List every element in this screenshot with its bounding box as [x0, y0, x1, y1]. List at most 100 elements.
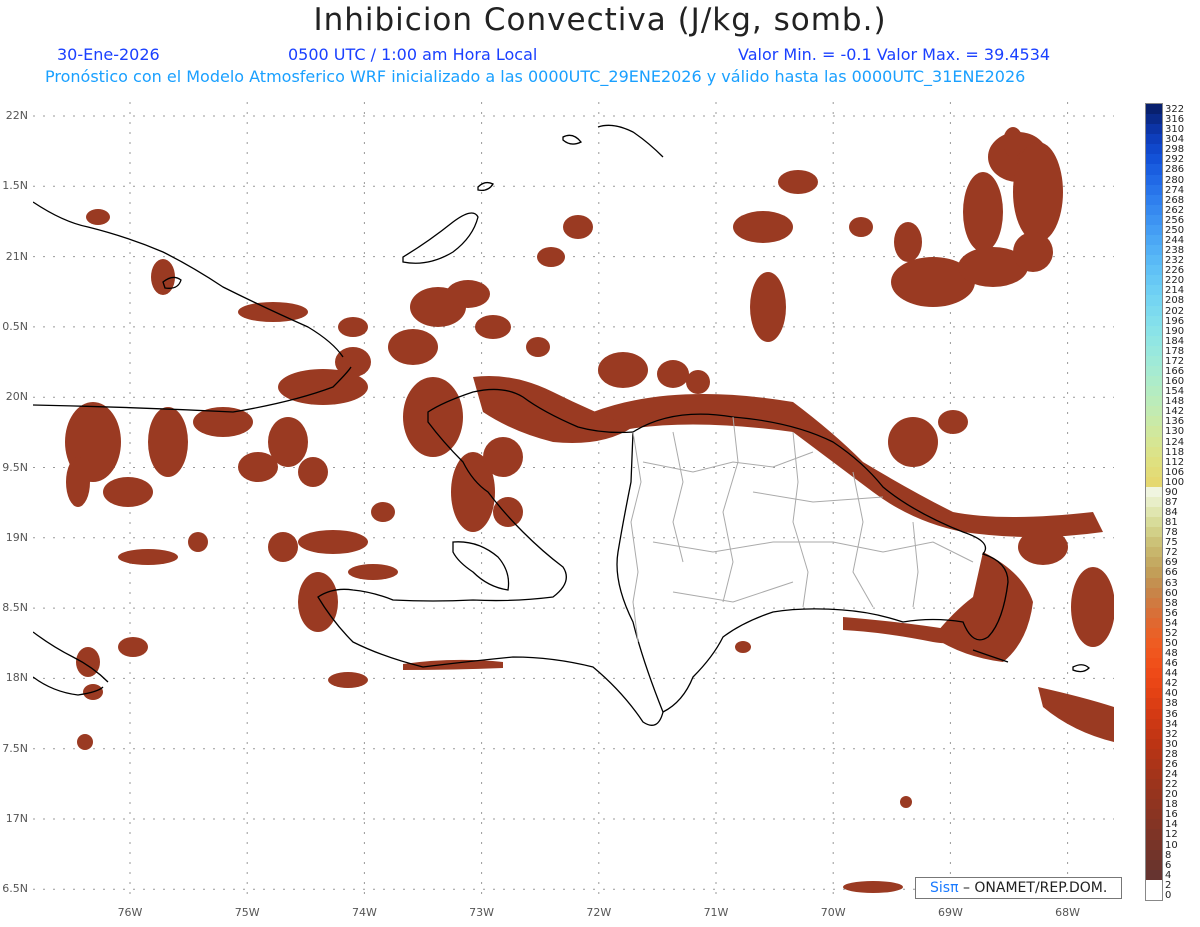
min-max-values: Valor Min. = -0.1 Valor Max. = 39.4534	[738, 45, 1051, 64]
colorbar-segment	[1146, 859, 1162, 871]
cin-blob	[493, 497, 523, 527]
colorbar-segment	[1146, 617, 1162, 629]
colorbar-segment	[1146, 809, 1162, 820]
cuba-north-coast	[33, 201, 344, 358]
cin-blob	[894, 222, 922, 262]
island-coast	[597, 124, 664, 158]
colorbar-segment	[1146, 245, 1162, 256]
credit-text: – ONAMET/REP.DOM.	[958, 880, 1108, 896]
chart-title: Inhibicion Convectiva (J/kg, somb.)	[313, 2, 887, 38]
cin-blob	[348, 564, 398, 580]
colorbar-segment	[1146, 255, 1162, 266]
cin-blob	[778, 170, 818, 194]
colorbar-segment	[1146, 567, 1162, 579]
colorbar-segment	[1146, 234, 1162, 246]
colorbar-segment	[1146, 577, 1162, 589]
forecast-time: 0500 UTC / 1:00 am Hora Local	[288, 45, 538, 64]
lat-label: 18N	[5, 671, 28, 685]
cin-blob	[338, 317, 368, 337]
cin-blob	[86, 209, 110, 225]
cin-blob	[268, 417, 308, 467]
island-coast	[402, 212, 479, 264]
province-border	[792, 431, 809, 608]
cin-blob	[657, 360, 689, 388]
lon-label: 72W	[586, 906, 612, 919]
colorbar-segment	[1146, 698, 1162, 710]
colorbar-segment	[1146, 164, 1162, 176]
lat-label: 6.5N	[2, 882, 28, 896]
cin-blob	[1013, 232, 1053, 272]
colorbar-segment	[1146, 426, 1162, 437]
cin-blob	[298, 572, 338, 632]
province-border	[912, 521, 919, 608]
colorbar-segment	[1146, 829, 1162, 841]
colorbar-segment	[1146, 587, 1162, 599]
colorbar-label: 130	[1165, 426, 1185, 438]
colorbar-segment	[1146, 789, 1162, 800]
cin-blob	[933, 552, 1033, 662]
cin-blob	[403, 377, 463, 457]
cin-blob	[403, 659, 503, 670]
colorbar-segment	[1146, 456, 1162, 468]
colorbar-segment	[1146, 124, 1162, 135]
lat-label: 1.5N	[2, 179, 28, 193]
haiti-coast	[317, 388, 664, 726]
colorbar-segment	[1146, 879, 1162, 891]
lat-label: 0.5N	[2, 319, 28, 333]
lon-label: 68W	[1055, 906, 1081, 919]
cin-blob	[188, 532, 208, 552]
colorbar-segment	[1146, 446, 1162, 458]
cin-blob	[735, 641, 751, 653]
colorbar-segment	[1146, 396, 1162, 407]
colorbar-segment	[1146, 738, 1162, 750]
colorbar-segment	[1146, 507, 1162, 518]
colorbar-segment	[1146, 668, 1162, 679]
colorbar-segment	[1146, 748, 1162, 760]
province-border	[752, 491, 884, 503]
colorbar-segment	[1146, 769, 1162, 780]
lat-label: 8.5N	[2, 601, 28, 615]
lon-label: 75W	[234, 906, 260, 919]
cin-blob	[1003, 127, 1023, 157]
colorbar-segment	[1146, 204, 1162, 216]
province-border	[852, 471, 874, 608]
colorbar-segment	[1146, 325, 1162, 337]
colorbar-segment	[1146, 819, 1162, 830]
colorbar-label: 38	[1165, 698, 1178, 710]
cin-blob	[118, 549, 178, 565]
colorbar-segment	[1146, 839, 1162, 851]
colorbar-segment	[1146, 285, 1162, 296]
colorbar-segment	[1146, 194, 1162, 206]
cin-blob	[563, 215, 593, 239]
cin-blob	[238, 302, 308, 322]
colorbar-segment	[1146, 174, 1162, 186]
cin-blob	[1038, 687, 1114, 742]
province-border	[652, 541, 974, 563]
province-border	[672, 581, 794, 603]
lat-label: 9.5N	[2, 460, 28, 474]
colorbar-segment	[1146, 476, 1162, 488]
credit-box: Sisπ – ONAMET/REP.DOM.	[915, 877, 1122, 899]
colorbar-segment	[1146, 758, 1162, 770]
colorbar-segment	[1146, 728, 1162, 740]
colorbar-segment	[1146, 134, 1162, 145]
colorbar-segment	[1146, 224, 1162, 236]
colorbar-label: 0	[1165, 889, 1172, 901]
cin-blob	[963, 172, 1003, 252]
colorbar-segment	[1146, 799, 1162, 810]
colorbar-segment	[1146, 295, 1162, 306]
dr-coast	[632, 413, 1009, 713]
colorbar-segment	[1146, 386, 1162, 397]
colorbar-segment	[1146, 688, 1162, 699]
colorbar-segment	[1146, 779, 1162, 790]
model-info: Pronóstico con el Modelo Atmosferico WRF…	[45, 67, 1026, 86]
cin-blob	[388, 329, 438, 365]
colorbar-segment	[1146, 889, 1162, 901]
cin-blob	[750, 272, 786, 342]
colorbar-segment	[1146, 527, 1162, 538]
cin-blob	[371, 502, 395, 522]
colorbar-segment	[1146, 708, 1162, 720]
cin-blob	[849, 217, 873, 237]
island-coast	[1072, 664, 1090, 673]
cin-blob	[888, 417, 938, 467]
